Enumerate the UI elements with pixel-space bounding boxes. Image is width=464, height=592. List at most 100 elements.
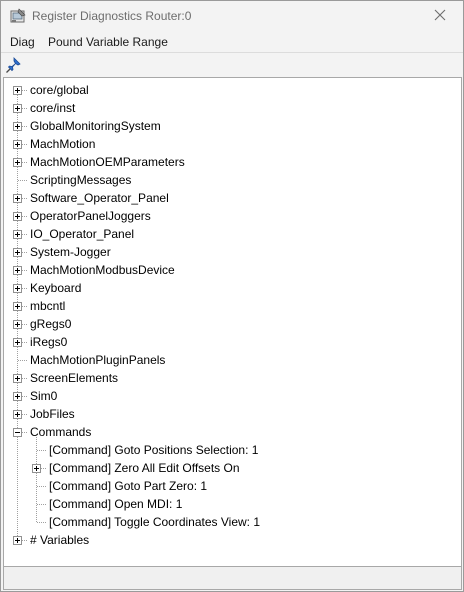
expand-toggle[interactable] — [13, 230, 22, 239]
tree-node-label[interactable]: OperatorPanelJoggers — [30, 209, 151, 223]
expand-toggle[interactable] — [13, 410, 22, 419]
tree-child-node[interactable]: [Command] Goto Part Zero: 1 — [4, 477, 461, 495]
plus-icon-stroke — [17, 88, 18, 93]
tree-child-node[interactable]: [Command] Zero All Edit Offsets On — [4, 459, 461, 477]
pin-button[interactable] — [5, 56, 23, 74]
plus-icon-stroke — [17, 376, 18, 381]
tree-node-label[interactable]: core/global — [30, 83, 89, 97]
tree-branch-guide — [18, 360, 27, 361]
expand-toggle[interactable] — [13, 158, 22, 167]
menu-bar: Diag Pound Variable Range — [1, 32, 463, 52]
close-button[interactable] — [417, 1, 463, 32]
plus-icon-stroke — [17, 250, 18, 255]
tree-node[interactable]: MachMotionModbusDevice — [4, 261, 461, 279]
plus-icon-stroke — [17, 268, 18, 273]
expand-toggle[interactable] — [13, 284, 22, 293]
tree-node[interactable]: core/global — [4, 81, 461, 99]
expand-toggle[interactable] — [13, 140, 22, 149]
plus-icon-stroke — [17, 142, 18, 147]
plus-icon-stroke — [17, 394, 18, 399]
plus-icon-stroke — [17, 124, 18, 129]
expand-toggle[interactable] — [13, 248, 22, 257]
tree-node-label[interactable]: MachMotionOEMParameters — [30, 155, 185, 169]
tree-node-label[interactable]: core/inst — [30, 101, 75, 115]
window-title: Register Diagnostics Router:0 — [32, 9, 192, 23]
menu-pound-variable-range[interactable]: Pound Variable Range — [48, 35, 168, 49]
tree-branch-guide — [37, 450, 46, 451]
tree-node-label[interactable]: # Variables — [30, 533, 89, 547]
expand-toggle[interactable] — [13, 122, 22, 131]
expand-toggle[interactable] — [13, 194, 22, 203]
tree-node-label[interactable]: IO_Operator_Panel — [30, 227, 134, 241]
tree-node-label[interactable]: [Command] Goto Positions Selection: 1 — [49, 443, 258, 457]
tree-node[interactable]: gRegs0 — [4, 315, 461, 333]
tree-node-label[interactable]: MachMotionPluginPanels — [30, 353, 165, 367]
tree-child-node[interactable]: [Command] Open MDI: 1 — [4, 495, 461, 513]
plus-icon-stroke — [17, 340, 18, 345]
tree-node-label[interactable]: [Command] Goto Part Zero: 1 — [49, 479, 207, 493]
tree-node-label[interactable]: gRegs0 — [30, 317, 71, 331]
expand-toggle[interactable] — [13, 320, 22, 329]
tree-node-label[interactable]: System-Jogger — [30, 245, 111, 259]
tree-node[interactable]: System-Jogger — [4, 243, 461, 261]
expand-toggle[interactable] — [32, 464, 41, 473]
tree-node[interactable]: MachMotionPluginPanels — [4, 351, 461, 369]
tree-branch-guide — [18, 180, 27, 181]
tree-node-label[interactable]: Sim0 — [30, 389, 57, 403]
tree-node-label[interactable]: Keyboard — [30, 281, 81, 295]
tree-node[interactable]: OperatorPanelJoggers — [4, 207, 461, 225]
tree-node[interactable]: Commands — [4, 423, 461, 441]
tree-node-label[interactable]: [Command] Toggle Coordinates View: 1 — [49, 515, 260, 529]
tree-child-node[interactable]: [Command] Goto Positions Selection: 1 — [4, 441, 461, 459]
tree-node-label[interactable]: MachMotionModbusDevice — [30, 263, 175, 277]
expand-toggle[interactable] — [13, 338, 22, 347]
tree-node[interactable]: MachMotion — [4, 135, 461, 153]
tree-child-node[interactable]: [Command] Toggle Coordinates View: 1 — [4, 513, 461, 531]
tree-node[interactable]: MachMotionOEMParameters — [4, 153, 461, 171]
tree-node[interactable]: Software_Operator_Panel — [4, 189, 461, 207]
expand-toggle[interactable] — [13, 104, 22, 113]
tree-node[interactable]: Keyboard — [4, 279, 461, 297]
tree-node-label[interactable]: [Command] Zero All Edit Offsets On — [49, 461, 240, 475]
tree-node[interactable]: iRegs0 — [4, 333, 461, 351]
expand-toggle[interactable] — [13, 266, 22, 275]
expand-toggle[interactable] — [13, 86, 22, 95]
tree-node[interactable]: Sim0 — [4, 387, 461, 405]
expand-toggle[interactable] — [13, 374, 22, 383]
plus-icon-stroke — [17, 232, 18, 237]
menu-diag[interactable]: Diag — [10, 35, 35, 49]
tree-node[interactable]: mbcntl — [4, 297, 461, 315]
register-tree[interactable]: core/global core/inst GlobalMonitoringSyst… — [3, 77, 462, 567]
tree-node-label[interactable]: Commands — [30, 425, 91, 439]
pushpin-icon — [5, 57, 23, 77]
expand-toggle[interactable] — [13, 302, 22, 311]
tree-node-label[interactable]: mbcntl — [30, 299, 65, 313]
tree-node-label[interactable]: GlobalMonitoringSystem — [30, 119, 161, 133]
title-bar[interactable]: Register Diagnostics Router:0 — [1, 1, 463, 32]
collapse-toggle[interactable] — [13, 428, 22, 437]
tree-node[interactable]: IO_Operator_Panel — [4, 225, 461, 243]
router-diagnostics-icon — [10, 8, 26, 24]
tree-node[interactable]: core/inst — [4, 99, 461, 117]
tree-node-label[interactable]: ScriptingMessages — [30, 173, 131, 187]
tree-node-label[interactable]: iRegs0 — [30, 335, 67, 349]
tree-node-label[interactable]: ScreenElements — [30, 371, 118, 385]
tree-branch-guide — [37, 504, 46, 505]
tree-node[interactable]: # Variables — [4, 531, 461, 549]
register-diagnostics-window: Register Diagnostics Router:0 Diag Pound… — [0, 0, 464, 592]
tree-node-label[interactable]: MachMotion — [30, 137, 95, 151]
tree-node[interactable]: ScreenElements — [4, 369, 461, 387]
tree-node-label[interactable]: Software_Operator_Panel — [30, 191, 169, 205]
expand-toggle[interactable] — [13, 212, 22, 221]
plus-icon-stroke — [17, 106, 18, 111]
tree-node-label[interactable]: JobFiles — [30, 407, 75, 421]
expand-toggle[interactable] — [13, 536, 22, 545]
tree-branch-guide — [37, 522, 46, 523]
tree-node[interactable]: JobFiles — [4, 405, 461, 423]
expand-toggle[interactable] — [13, 392, 22, 401]
tree-node[interactable]: ScriptingMessages — [4, 171, 461, 189]
tree-node-label[interactable]: [Command] Open MDI: 1 — [49, 497, 182, 511]
tree-node[interactable]: GlobalMonitoringSystem — [4, 117, 461, 135]
plus-icon-stroke — [17, 412, 18, 417]
toolbar — [1, 52, 463, 77]
